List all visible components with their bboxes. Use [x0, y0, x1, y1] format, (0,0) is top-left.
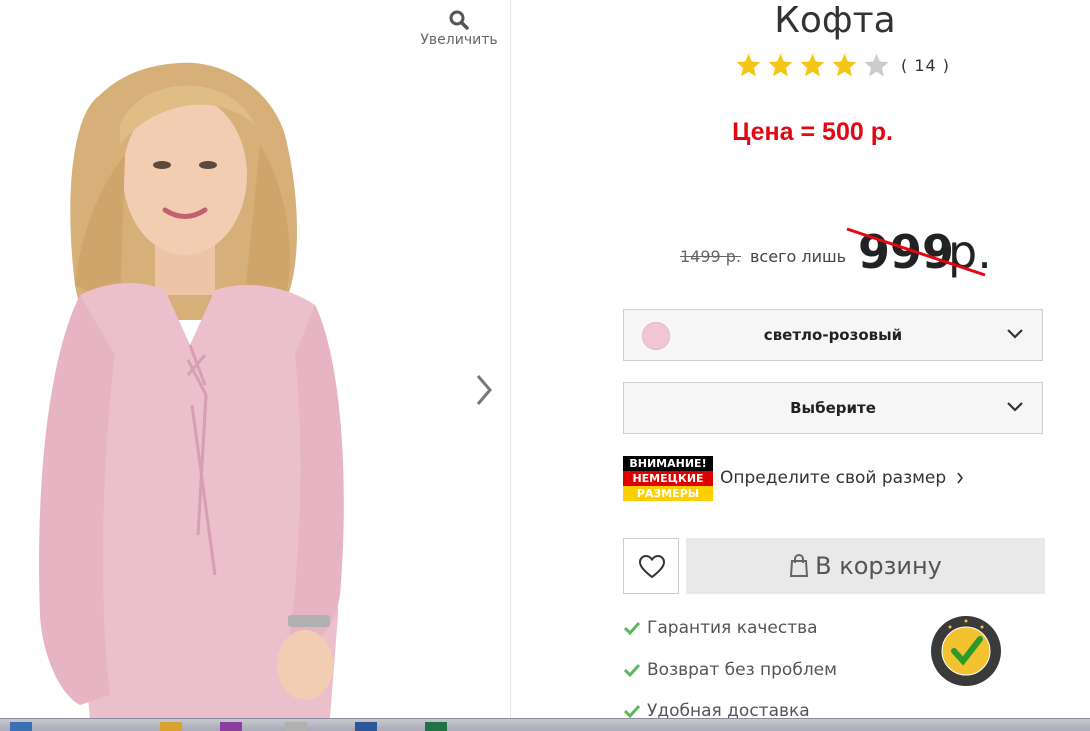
price-row: 1499 р. всего лишь 999 р.: [680, 225, 1040, 285]
benefit-label: Гарантия качества: [647, 618, 818, 638]
product-rating[interactable]: ( 14 ): [735, 52, 950, 78]
star-filled-icon: [768, 53, 793, 77]
new-price: 999: [858, 225, 955, 279]
check-icon: [623, 704, 641, 718]
product-gallery: Увеличить: [0, 0, 511, 718]
zoom-label: Увеличить: [420, 32, 498, 48]
zoom-button[interactable]: Увеличить: [415, 10, 503, 48]
size-select-value: Выберите: [790, 399, 876, 417]
product-title: Кофта: [774, 0, 896, 41]
chevron-right-icon: [957, 472, 964, 484]
add-to-cart-button[interactable]: В корзину: [686, 538, 1045, 594]
add-to-cart-label: В корзину: [815, 552, 942, 580]
size-select[interactable]: Выберите: [623, 382, 1043, 434]
chevron-down-icon: [1007, 329, 1023, 339]
star-filled-icon: [832, 53, 857, 77]
size-guide-link[interactable]: ВНИМАНИЕ! НЕМЕЦКИЕ РАЗМЕРЫ Определите св…: [623, 455, 964, 501]
wishlist-button[interactable]: [623, 538, 679, 594]
star-filled-icon: [800, 53, 825, 77]
heart-icon: [639, 555, 665, 579]
color-select[interactable]: светло-розовый: [623, 309, 1043, 361]
benefit-item: Возврат без проблем: [623, 658, 837, 682]
taskbar: [0, 718, 1090, 731]
product-photo: [39, 62, 344, 718]
search-icon: [449, 10, 469, 30]
promo-price-text: Цена = 500 р.: [732, 118, 893, 146]
star-empty-icon: [864, 53, 889, 77]
shopping-bag-icon: [790, 554, 809, 577]
german-sizes-badge: ВНИМАНИЕ! НЕМЕЦКИЕ РАЗМЕРЫ: [623, 455, 713, 501]
benefit-label: Возврат без проблем: [647, 660, 837, 680]
badge-line: НЕМЕЦКИЕ: [623, 470, 713, 486]
size-guide-label[interactable]: Определите свой размер: [720, 468, 946, 488]
check-icon: [623, 663, 641, 677]
quality-guarantee-seal-icon: [931, 616, 1001, 686]
only-label: всего лишь: [750, 247, 847, 266]
currency: р.: [948, 225, 992, 279]
color-select-value: светло-розовый: [763, 326, 903, 344]
check-icon: [623, 621, 641, 635]
old-price: 1499 р.: [680, 247, 742, 266]
badge-line: РАЗМЕРЫ: [623, 485, 713, 501]
rating-count[interactable]: ( 14 ): [901, 56, 950, 75]
next-image-arrow-icon[interactable]: [470, 370, 498, 410]
chevron-down-icon: [1007, 402, 1023, 412]
star-filled-icon: [736, 53, 761, 77]
badge-line: ВНИМАНИЕ!: [623, 455, 713, 471]
benefit-item: Гарантия качества: [623, 616, 818, 640]
